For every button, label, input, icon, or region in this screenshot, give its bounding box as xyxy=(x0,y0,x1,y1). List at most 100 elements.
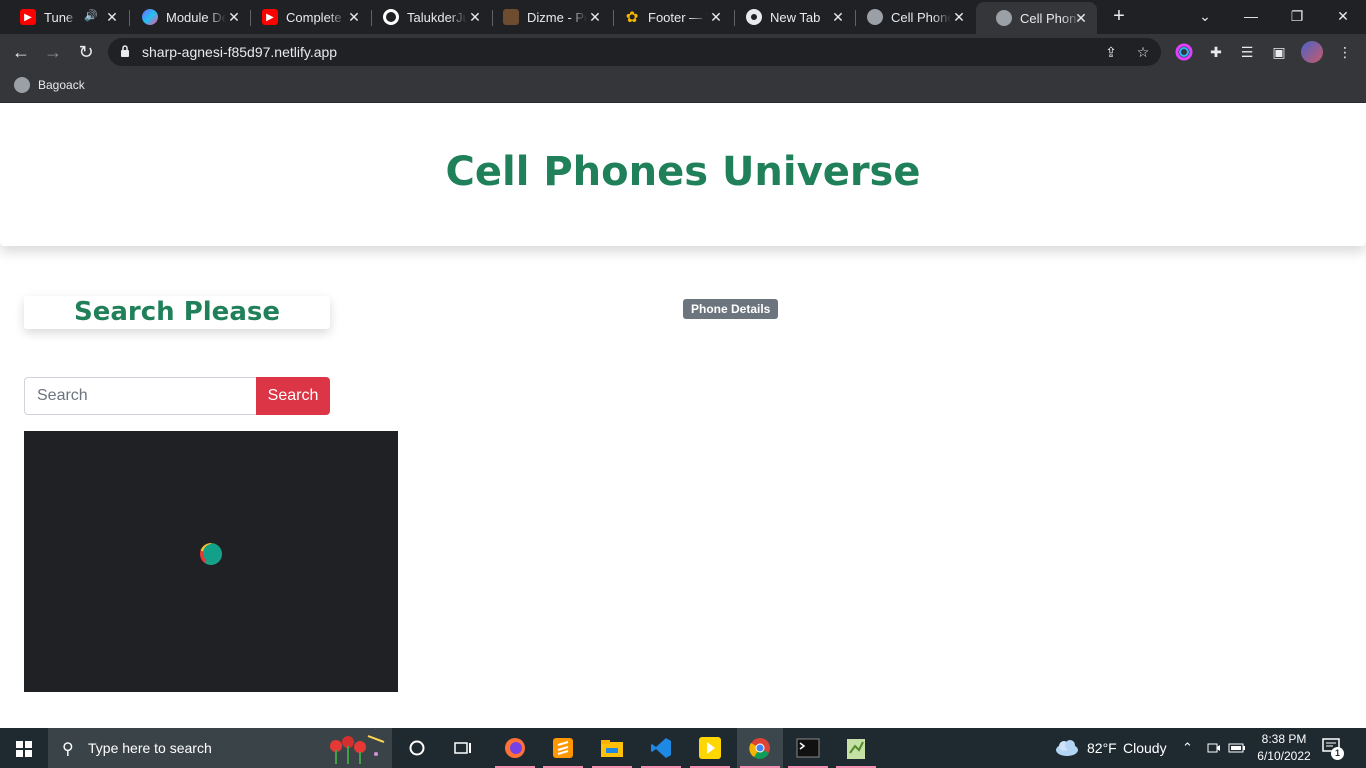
loading-panel xyxy=(24,431,398,692)
meet-now-icon[interactable] xyxy=(1207,741,1221,755)
notification-count-badge: 1 xyxy=(1331,747,1344,760)
close-icon[interactable]: ✕ xyxy=(346,9,362,25)
flower-icon: ✿ xyxy=(625,9,639,26)
tab-6[interactable]: ✿ Footer — T ✕ xyxy=(604,0,732,34)
module-icon xyxy=(142,9,158,25)
tab-title: Complete xyxy=(286,9,342,25)
file-explorer-icon[interactable] xyxy=(589,728,635,768)
reload-button[interactable]: ↻ xyxy=(73,39,99,65)
page-viewport: Cell Phones Universe Search Please Phone… xyxy=(0,103,1366,728)
close-icon[interactable]: ✕ xyxy=(1073,10,1089,26)
tab-title: Dizme - Pe xyxy=(527,9,587,25)
tab-title: Module De xyxy=(166,9,226,25)
minimize-button[interactable]: — xyxy=(1228,0,1274,34)
globe-icon xyxy=(996,10,1012,26)
extensions-puzzle-icon[interactable]: ✚ xyxy=(1207,43,1225,61)
browser-toolbar: ← → ↻ sharp-agnesi-f85d97.netlify.app ⇪ … xyxy=(0,34,1366,70)
show-hidden-icons-chevron-icon[interactable]: ⌃ xyxy=(1182,728,1193,768)
globe-icon xyxy=(867,9,883,25)
bookmark-item[interactable]: Bagoack xyxy=(14,77,85,93)
close-icon[interactable]: ✕ xyxy=(467,9,483,25)
tab-5[interactable]: Dizme - Pe ✕ xyxy=(483,0,611,34)
weather-description[interactable]: Cloudy xyxy=(1123,728,1167,768)
phone-details-badge: Phone Details xyxy=(683,299,779,319)
search-form: Search xyxy=(24,377,330,415)
taskbar-search-placeholder: Type here to search xyxy=(88,740,212,756)
close-icon[interactable]: ✕ xyxy=(951,9,967,25)
cloud-weather-icon[interactable] xyxy=(1055,738,1079,756)
sublime-text-icon[interactable] xyxy=(540,728,586,768)
new-tab-button[interactable]: + xyxy=(1108,5,1130,27)
tab-title: TalukderJu xyxy=(407,9,467,25)
taskbar-clock[interactable]: 8:38 PM 6/10/2022 xyxy=(1254,731,1314,765)
tab-8[interactable]: Cell Phone ✕ xyxy=(847,0,975,34)
dizme-icon xyxy=(503,9,519,25)
bookmarks-bar: Bagoack xyxy=(0,70,1366,103)
windows-logo-icon xyxy=(16,741,32,757)
bookmark-label: Bagoack xyxy=(38,78,85,92)
clock-time: 8:38 PM xyxy=(1261,732,1307,746)
close-icon[interactable]: ✕ xyxy=(830,9,846,25)
tab-title: Tune J xyxy=(44,9,76,25)
windows-taskbar: ⚲ Type here to search 82°F Cloudy ⌃ 8:38… xyxy=(0,728,1366,768)
close-icon[interactable]: ✕ xyxy=(104,9,120,25)
notepad-plus-icon[interactable] xyxy=(833,728,879,768)
tab-4[interactable]: TalukderJu ✕ xyxy=(363,0,491,34)
tab-1[interactable]: ▶ Tune J 🔊 ✕ xyxy=(0,0,128,34)
taskbar-search-box[interactable]: ⚲ Type here to search xyxy=(48,728,392,768)
address-bar[interactable]: sharp-agnesi-f85d97.netlify.app ⇪ ☆ xyxy=(108,38,1161,66)
task-view-icon[interactable] xyxy=(440,728,486,768)
github-icon xyxy=(383,9,399,25)
search-heading: Search Please xyxy=(74,297,280,327)
extension-color-icon[interactable] xyxy=(1175,43,1193,61)
tab-search-icon[interactable]: ⌄ xyxy=(1182,0,1228,34)
weather-temperature[interactable]: 82°F xyxy=(1087,728,1117,768)
firefox-icon[interactable] xyxy=(492,728,538,768)
start-button[interactable] xyxy=(0,728,48,768)
tab-9-active[interactable]: Cell Phone ✕ xyxy=(976,2,1097,34)
tab-3[interactable]: ▶ Complete ✕ xyxy=(242,0,370,34)
back-button[interactable]: ← xyxy=(8,39,34,65)
side-panel-icon[interactable]: ▣ xyxy=(1270,43,1288,61)
tab-2[interactable]: Module De ✕ xyxy=(122,0,250,34)
restore-button[interactable]: ❐ xyxy=(1274,0,1320,34)
close-icon[interactable]: ✕ xyxy=(587,9,603,25)
tab-title: New Tab xyxy=(770,9,821,25)
menu-kebab-icon[interactable]: ⋮ xyxy=(1336,43,1354,61)
search-icon: ⚲ xyxy=(62,741,74,758)
profile-avatar[interactable] xyxy=(1301,41,1323,63)
globe-icon xyxy=(14,77,30,93)
close-window-button[interactable]: ✕ xyxy=(1320,0,1366,34)
youtube-icon: ▶ xyxy=(20,9,36,25)
speaker-icon[interactable]: 🔊 xyxy=(84,9,98,22)
url-text[interactable]: sharp-agnesi-f85d97.netlify.app xyxy=(142,38,337,66)
chrome-icon[interactable] xyxy=(737,728,783,768)
media-control-icon[interactable]: ☰ xyxy=(1238,43,1256,61)
tulips-decoration-icon xyxy=(330,735,385,764)
tab-title: Cell Phone xyxy=(1020,10,1080,26)
player-icon[interactable] xyxy=(687,728,733,768)
search-button[interactable]: Search xyxy=(256,377,330,415)
close-icon[interactable]: ✕ xyxy=(226,9,242,25)
forward-button[interactable]: → xyxy=(40,39,66,65)
star-icon[interactable]: ☆ xyxy=(1135,44,1151,60)
youtube-icon: ▶ xyxy=(262,9,278,25)
search-heading-card: Search Please xyxy=(24,296,330,329)
vscode-icon[interactable] xyxy=(638,728,684,768)
battery-icon[interactable] xyxy=(1228,741,1246,755)
terminal-icon[interactable] xyxy=(785,728,831,768)
share-icon[interactable]: ⇪ xyxy=(1103,44,1119,60)
lock-icon[interactable] xyxy=(120,45,130,57)
browser-tab-strip: ▶ Tune J 🔊 ✕ Module De ✕ ▶ Complete ✕ Ta… xyxy=(0,0,1366,34)
clock-date: 6/10/2022 xyxy=(1257,749,1311,763)
tab-title: Footer — T xyxy=(648,9,708,25)
cortana-icon[interactable] xyxy=(394,728,440,768)
notification-center-button[interactable]: 1 xyxy=(1322,738,1344,760)
tab-title: Cell Phone xyxy=(891,9,951,25)
close-icon[interactable]: ✕ xyxy=(708,9,724,25)
tab-7[interactable]: New Tab ✕ xyxy=(726,0,854,34)
loading-spinner-icon xyxy=(200,543,222,565)
chrome-icon xyxy=(746,9,762,25)
search-input[interactable] xyxy=(24,377,256,415)
page-title: Cell Phones Universe xyxy=(445,149,921,195)
